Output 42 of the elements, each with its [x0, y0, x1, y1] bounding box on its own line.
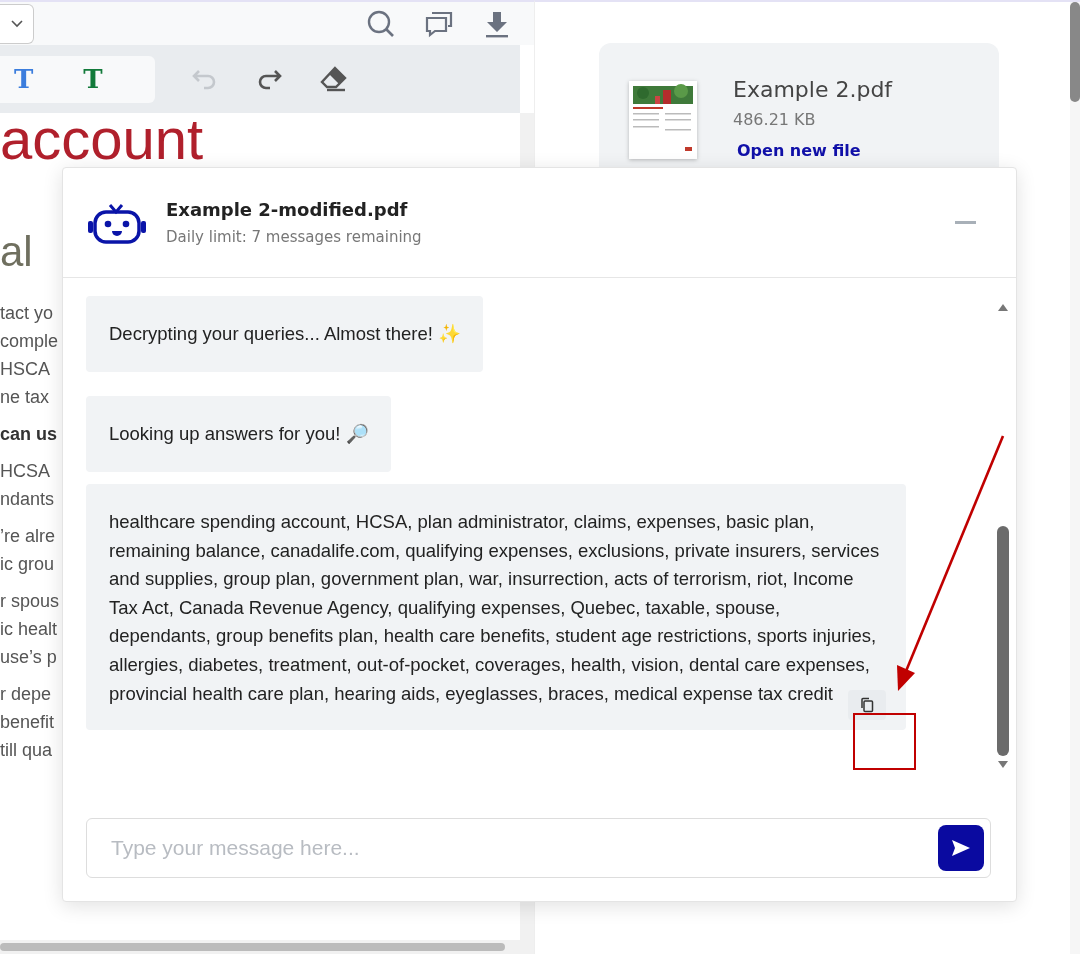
document-text: ndants — [0, 488, 55, 511]
message-text: Decrypting your queries... Almost there! ✨ — [109, 323, 462, 344]
scrollbar-thumb[interactable] — [997, 526, 1009, 756]
text-tool-button[interactable]: T — [83, 64, 103, 94]
daily-limit-text: Daily limit: 7 messages remaining — [166, 228, 423, 246]
scrollbar-thumb[interactable] — [0, 943, 505, 951]
search-button[interactable] — [366, 8, 396, 39]
document-text: r depe — [0, 683, 52, 706]
scrollbar-thumb[interactable] — [1070, 2, 1080, 102]
chevron-down-icon — [10, 19, 23, 28]
document-text: ic grou — [0, 553, 55, 576]
document-text: ’re alre — [0, 525, 56, 548]
copy-icon — [860, 697, 874, 714]
message-text: healthcare spending account, HCSA, plan administrator, claims, expenses, basic plan, remaining balance, canadalife.com, qualifying expenses, exclusions, private insurers, services and supplies, group plan, government plan, war, insurrection, acts of terrorism, riot, Income Tax Act, Canada Revenue Agency, qualifying expenses, Quebec, taxable, spouse, dependants, group benefits plan, health care benefits, student age restrictions, sports injuries, allergies, diabetes, treatment, out-of-pocket, coverages, health, vision, dental care expenses, provincial health care plan, hearing aids, eyeglasses, braces, medical expense tax credit — [109, 511, 880, 704]
send-button[interactable] — [938, 825, 984, 871]
highlight-box — [853, 713, 916, 770]
document-text: tact yo — [0, 302, 54, 325]
document-text: HCSA — [0, 460, 50, 483]
document-text: comple — [0, 330, 59, 353]
document-subheading: al — [0, 227, 33, 277]
text-tool-button[interactable]: T — [14, 64, 34, 94]
file-name: Example 2.pdf — [733, 77, 893, 102]
file-size: 486.21 KB — [733, 110, 817, 129]
open-file-link[interactable]: Open new file — [737, 141, 893, 160]
document-heading: account — [0, 113, 204, 165]
document-text: r spous — [0, 590, 60, 613]
document-text: can us — [0, 423, 58, 446]
document-text: ne tax — [0, 386, 50, 409]
scroll-down-icon[interactable] — [997, 760, 1009, 770]
eraser-button[interactable] — [319, 66, 349, 92]
copy-button[interactable] — [848, 690, 886, 721]
message-text: Looking up answers for you! 🔎 — [109, 423, 369, 444]
message-field[interactable]: Type your message here... — [86, 818, 991, 878]
message-input[interactable]: Type your message here... — [109, 835, 938, 861]
document-text: ic healt — [0, 618, 58, 641]
document-text: benefit — [0, 711, 55, 734]
document-text: use’s p — [0, 646, 57, 669]
document-text: till qua — [0, 739, 53, 762]
scroll-up-icon[interactable] — [997, 302, 1009, 312]
document-text: HSCA — [0, 358, 50, 381]
chat-title: Example 2-modified.pdf — [166, 199, 409, 220]
send-icon — [951, 839, 971, 857]
